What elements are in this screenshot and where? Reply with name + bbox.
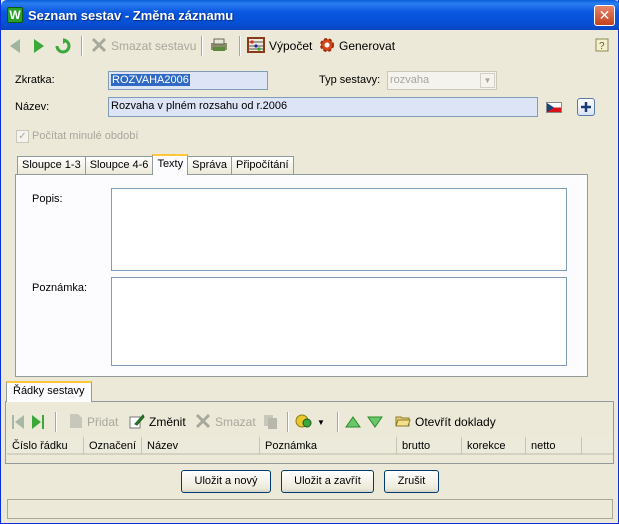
title-bar[interactable]: W Seznam sestav - Změna záznamu ✕ bbox=[1, 0, 619, 30]
poznamka-textarea[interactable] bbox=[111, 277, 567, 366]
typ-sestavy-value: rozvaha bbox=[390, 74, 430, 86]
status-bar bbox=[7, 499, 613, 519]
filter-icon bbox=[295, 413, 313, 432]
column-header-korekce[interactable]: korekce bbox=[462, 437, 526, 455]
add-row-label: Přidat bbox=[87, 415, 119, 429]
move-up-icon[interactable] bbox=[345, 411, 361, 433]
gear-icon bbox=[319, 37, 335, 56]
column-header-oznaceni[interactable]: Označení bbox=[84, 437, 142, 455]
tab-radky-sestavy[interactable]: Řádky sestavy bbox=[6, 381, 92, 402]
toolbar-separator bbox=[239, 36, 241, 56]
prior-period-label: Počítat minulé období bbox=[32, 130, 139, 142]
first-record-icon[interactable] bbox=[11, 411, 25, 433]
edit-row-label: Změnit bbox=[149, 415, 186, 429]
svg-text:?: ? bbox=[599, 41, 605, 52]
rows-tabs: Řádky sestavy bbox=[6, 381, 92, 402]
column-header-netto[interactable]: netto bbox=[526, 437, 582, 455]
rows-grid-header: Číslo řádku Označení Název Poznámka brut… bbox=[7, 437, 613, 455]
help-icon: ? bbox=[595, 38, 609, 55]
edit-pencil-icon bbox=[129, 413, 145, 432]
close-button[interactable]: ✕ bbox=[594, 5, 615, 26]
rows-toolbar: Přidat Změnit Smazat ▼ Otevřít doklady bbox=[5, 409, 615, 435]
nazev-input[interactable]: Rozvaha v plném rozsahu od r.2006 bbox=[108, 97, 538, 117]
save-close-button[interactable]: Uložit a zavřít bbox=[281, 470, 374, 493]
dialog-window: W Seznam sestav - Změna záznamu ✕ Smazat… bbox=[0, 0, 619, 524]
column-header-poznamka[interactable]: Poznámka bbox=[260, 437, 397, 455]
copy-row-icon[interactable] bbox=[263, 411, 279, 433]
back-arrow-icon[interactable] bbox=[9, 35, 21, 57]
main-toolbar: Smazat sestavu Výpočet Generovat ? bbox=[5, 33, 615, 59]
print-button[interactable] bbox=[209, 35, 229, 57]
tab-texty[interactable]: Texty bbox=[152, 154, 189, 175]
chevron-down-icon[interactable]: ▼ bbox=[480, 73, 495, 88]
last-record-icon[interactable] bbox=[31, 411, 45, 433]
tab-sloupce-4-6[interactable]: Sloupce 4-6 bbox=[84, 156, 154, 174]
move-down-icon[interactable] bbox=[367, 411, 383, 433]
typ-sestavy-label: Typ sestavy: bbox=[319, 74, 381, 86]
delete-row-label: Smazat bbox=[215, 415, 256, 429]
column-header-brutto[interactable]: brutto bbox=[397, 437, 462, 455]
delete-x-icon bbox=[91, 37, 107, 56]
edit-row-button[interactable]: Změnit bbox=[129, 411, 186, 433]
texty-panel: Popis: Poznámka: bbox=[15, 174, 588, 377]
typ-sestavy-select[interactable]: rozvaha ▼ bbox=[387, 71, 497, 90]
column-header-nazev[interactable]: Název bbox=[142, 437, 260, 455]
tab-sprava[interactable]: Správa bbox=[187, 156, 232, 174]
new-document-icon bbox=[69, 413, 83, 432]
open-documents-button[interactable]: Otevřít doklady bbox=[395, 411, 496, 433]
nazev-label: Název: bbox=[15, 101, 50, 113]
detail-tabs: Sloupce 1-3 Sloupce 4-6 Texty Správa Při… bbox=[17, 154, 294, 175]
generate-label: Generovat bbox=[339, 39, 396, 53]
zkratka-input[interactable]: ROZVAHA2006 bbox=[108, 71, 268, 90]
delete-report-button[interactable]: Smazat sestavu bbox=[91, 35, 196, 57]
czech-flag-icon[interactable] bbox=[546, 102, 562, 113]
cancel-button[interactable]: Zrušit bbox=[384, 470, 439, 493]
zkratka-label: Zkratka: bbox=[15, 74, 55, 86]
delete-report-label: Smazat sestavu bbox=[111, 39, 197, 53]
window-title: Seznam sestav - Změna záznamu bbox=[28, 8, 234, 23]
refresh-icon[interactable] bbox=[55, 35, 71, 57]
popis-textarea[interactable] bbox=[111, 188, 567, 271]
tab-sloupce-1-3[interactable]: Sloupce 1-3 bbox=[17, 156, 86, 174]
open-documents-label: Otevřít doklady bbox=[415, 415, 496, 429]
add-translation-icon[interactable] bbox=[577, 98, 595, 116]
forward-arrow-icon[interactable] bbox=[33, 35, 45, 57]
add-row-button[interactable]: Přidat bbox=[69, 411, 118, 433]
chevron-down-icon: ▼ bbox=[317, 417, 325, 427]
app-icon: W bbox=[7, 7, 23, 23]
poznamka-label: Poznámka: bbox=[32, 282, 88, 294]
filter-dropdown-button[interactable]: ▼ bbox=[295, 411, 325, 433]
toolbar-separator bbox=[55, 412, 57, 432]
delete-x-icon bbox=[195, 413, 211, 432]
help-button[interactable]: ? bbox=[595, 35, 609, 57]
toolbar-separator bbox=[81, 36, 83, 56]
column-header-filler bbox=[582, 437, 613, 455]
tab-pripocitani[interactable]: Připočítání bbox=[230, 156, 294, 174]
save-new-button[interactable]: Uložit a nový bbox=[181, 470, 271, 493]
popis-label: Popis: bbox=[32, 193, 63, 205]
abacus-icon bbox=[247, 36, 265, 56]
delete-row-button[interactable]: Smazat bbox=[195, 411, 256, 433]
folder-open-icon bbox=[395, 414, 411, 431]
calculate-label: Výpočet bbox=[269, 39, 313, 53]
prior-period-checkbox[interactable]: ✓ bbox=[16, 130, 29, 143]
calculate-button[interactable]: Výpočet bbox=[247, 35, 312, 57]
toolbar-separator bbox=[337, 412, 339, 432]
zkratka-value: ROZVAHA2006 bbox=[111, 74, 190, 86]
toolbar-separator bbox=[287, 412, 289, 432]
printer-icon bbox=[209, 37, 229, 56]
toolbar-separator bbox=[201, 36, 203, 56]
generate-button[interactable]: Generovat bbox=[319, 35, 395, 57]
nazev-value: Rozvaha v plném rozsahu od r.2006 bbox=[111, 100, 288, 112]
column-header-cislo-radku[interactable]: Číslo řádku bbox=[7, 437, 84, 455]
